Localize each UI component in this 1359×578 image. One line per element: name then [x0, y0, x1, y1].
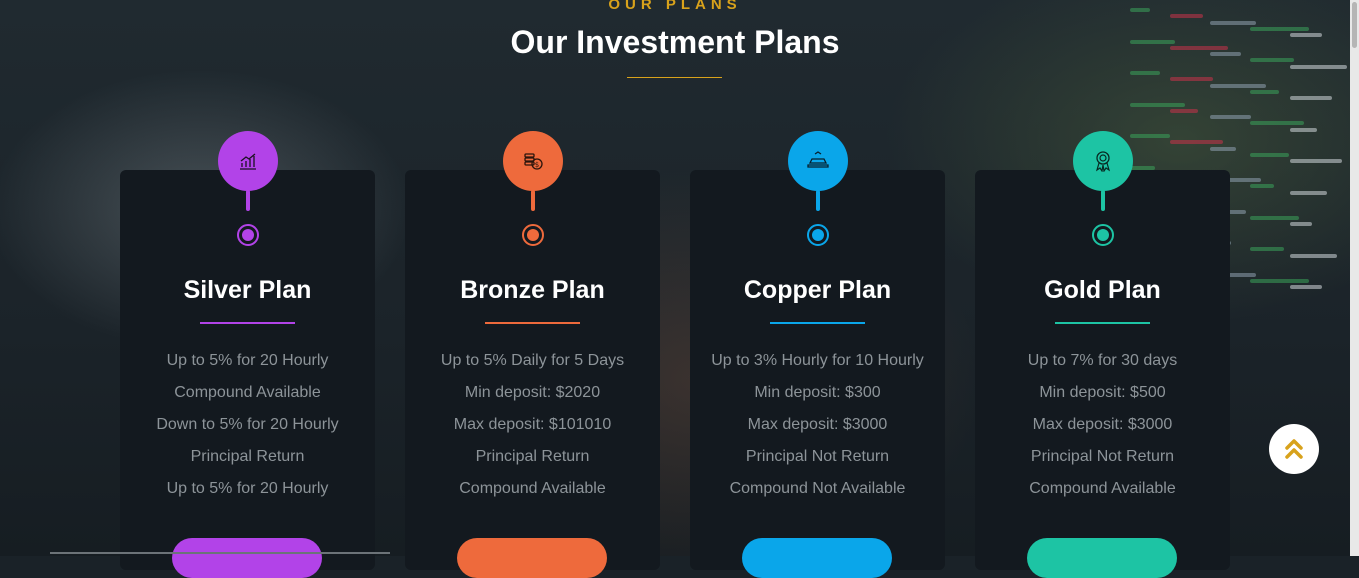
plan-invest-button[interactable]	[172, 538, 322, 578]
plan-name: Silver Plan	[183, 276, 312, 304]
plan-feature: Up to 5% for 20 Hourly	[166, 480, 329, 497]
plan-feature: Compound Available	[1029, 480, 1176, 497]
plan-invest-button[interactable]	[742, 538, 892, 578]
ticker-mark	[1130, 102, 1185, 107]
plan-connector	[1100, 190, 1105, 211]
plan-feature: Min deposit: $2020	[464, 384, 601, 401]
award-medal-icon	[1093, 150, 1113, 172]
ticker-mark	[1290, 285, 1322, 290]
plan-marker	[236, 224, 259, 246]
ticker-mark	[1170, 14, 1203, 19]
ticker-mark	[1130, 134, 1170, 138]
plan-marker	[521, 224, 544, 246]
ticker-mark	[1290, 190, 1327, 195]
plan-feature: Compound Not Available	[729, 480, 906, 497]
ticker-mark	[1170, 108, 1198, 113]
ticker-mark	[1170, 140, 1223, 145]
ticker-mark	[1250, 89, 1279, 94]
plan-features: Up to 5% for 20 Hourly Compound Available…	[120, 348, 375, 508]
plan-feature: Principal Not Return	[745, 448, 890, 465]
gold-bars-icon	[806, 151, 830, 171]
plan-name-underline	[770, 322, 865, 324]
svg-text:$: $	[534, 161, 538, 169]
ticker-mark	[1250, 215, 1299, 220]
plan-feature: Compound Available	[174, 384, 321, 401]
plan-name: Gold Plan	[1044, 276, 1161, 304]
plan-feature: Down to 5% for 20 Hourly	[156, 416, 339, 433]
plan-marker-dot	[811, 229, 824, 241]
back-to-top-button[interactable]	[1269, 424, 1319, 474]
plan-icon-badge	[217, 131, 278, 191]
plan-name: Copper Plan	[743, 276, 892, 304]
plan-icon-badge	[787, 131, 848, 191]
plan-feature: Principal Return	[190, 448, 305, 465]
divider	[50, 552, 390, 554]
ticker-mark	[1210, 83, 1266, 88]
plan-features: Up to 3% Hourly for 10 Hourly Min deposit…	[690, 348, 945, 508]
ticker-mark	[1250, 121, 1304, 126]
double-chevron-up-icon	[1285, 439, 1303, 459]
plan-feature: Min deposit: $300	[754, 384, 881, 401]
ticker-mark	[1210, 146, 1236, 151]
ticker-mark	[1290, 127, 1317, 132]
ticker-mark	[1170, 77, 1213, 82]
ticker-mark	[1250, 184, 1274, 189]
page-scrollbar[interactable]	[1350, 0, 1359, 556]
ticker-mark	[1250, 278, 1309, 283]
plan-feature: Max deposit: $3000	[747, 416, 888, 433]
plan-invest-button[interactable]	[457, 538, 607, 578]
ticker-mark	[1290, 96, 1332, 101]
plan-connector	[245, 190, 250, 211]
plan-marker	[806, 224, 829, 246]
plan-features: Up to 5% Daily for 5 Days Min deposit: $2…	[405, 348, 660, 508]
ticker-mark	[1250, 152, 1289, 157]
plan-marker-dot	[241, 229, 254, 241]
plan-marker	[1091, 224, 1114, 246]
ticker-mark	[1130, 165, 1155, 170]
plan-invest-button[interactable]	[1027, 538, 1177, 578]
plan-feature: Principal Return	[475, 448, 590, 465]
plan-feature: Min deposit: $500	[1039, 384, 1166, 401]
plan-name: Bronze Plan	[460, 276, 605, 304]
plan-feature: Up to 5% for 20 Hourly	[166, 352, 329, 369]
plan-name-underline	[485, 322, 580, 324]
ticker-mark	[1290, 222, 1312, 227]
plan-name-underline	[200, 322, 295, 324]
plan-feature: Up to 3% Hourly for 10 Hourly	[711, 352, 924, 369]
chart-growth-icon	[238, 151, 258, 171]
plan-icon-badge	[1072, 131, 1133, 191]
plan-marker-dot	[1096, 229, 1109, 241]
plan-feature: Compound Available	[459, 480, 606, 497]
plan-name-underline	[1055, 322, 1150, 324]
title-underline	[627, 77, 722, 78]
plan-features: Up to 7% for 30 days Min deposit: $500 Max…	[975, 348, 1230, 508]
plan-feature: Up to 5% Daily for 5 Days	[440, 352, 625, 369]
plan-feature: Max deposit: $101010	[453, 416, 612, 433]
plan-feature: Up to 7% for 30 days	[1027, 352, 1178, 369]
section-eyebrow: OUR PLANS	[608, 0, 742, 13]
plan-marker-dot	[526, 229, 539, 241]
plan-connector	[815, 190, 820, 211]
plan-icon-badge: $	[502, 131, 563, 191]
ticker-mark	[1130, 71, 1160, 75]
ticker-mark	[1290, 64, 1347, 69]
ticker-mark	[1210, 115, 1251, 120]
plan-connector	[530, 190, 535, 211]
scrollbar-thumb[interactable]	[1352, 2, 1357, 48]
coins-icon: $	[522, 150, 544, 172]
plan-feature: Principal Not Return	[1030, 448, 1175, 465]
section-title: Our Investment Plans	[510, 24, 840, 60]
plan-feature: Max deposit: $3000	[1032, 416, 1173, 433]
ticker-mark	[1250, 247, 1284, 252]
ticker-mark	[1290, 159, 1342, 164]
ticker-mark	[1290, 253, 1337, 258]
